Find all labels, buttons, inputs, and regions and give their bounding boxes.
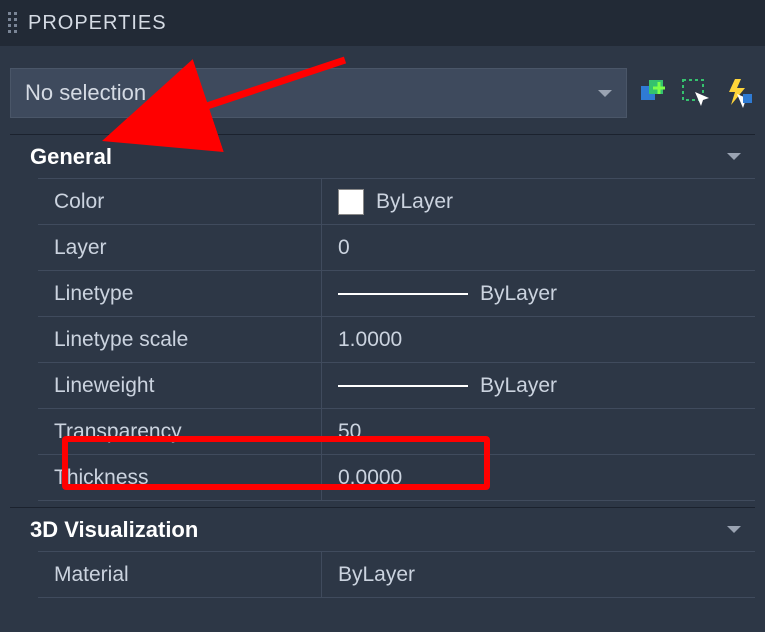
prop-row-color: Color ByLayer: [38, 179, 755, 225]
linetype-preview: [338, 293, 468, 295]
prop-value-text: 1.0000: [338, 328, 402, 352]
section-title: General: [30, 144, 112, 170]
prop-label: Thickness: [38, 455, 322, 500]
icon-strip: [637, 76, 755, 110]
lineweight-preview: [338, 385, 468, 387]
section-header-3d-visualization[interactable]: 3D Visualization: [10, 507, 755, 551]
prop-value-transparency[interactable]: 50: [322, 409, 755, 454]
prop-label: Layer: [38, 225, 322, 270]
prop-table-general: Color ByLayer Layer 0 Linetype ByLayer: [38, 178, 755, 501]
prop-value-linetype[interactable]: ByLayer: [322, 271, 755, 316]
prop-value-lineweight[interactable]: ByLayer: [322, 363, 755, 408]
prop-value-text: ByLayer: [480, 374, 557, 398]
grip-icon[interactable]: [8, 12, 18, 34]
prop-value-layer[interactable]: 0: [322, 225, 755, 270]
prop-value-text: 0.0000: [338, 466, 402, 490]
prop-label: Transparency: [38, 409, 322, 454]
panel-title: PROPERTIES: [28, 12, 167, 35]
section-header-general[interactable]: General: [10, 134, 755, 178]
color-swatch: [338, 189, 364, 215]
section-3d-visualization: 3D Visualization Material ByLayer: [10, 507, 755, 598]
prop-row-thickness: Thickness 0.0000: [38, 455, 755, 501]
prop-table-3d-visualization: Material ByLayer: [38, 551, 755, 598]
prop-value-color[interactable]: ByLayer: [322, 179, 755, 224]
lightning-icon[interactable]: [721, 76, 755, 110]
prop-value-linetypescale[interactable]: 1.0000: [322, 317, 755, 362]
prop-row-linetype: Linetype ByLayer: [38, 271, 755, 317]
chevron-down-icon: [598, 90, 612, 97]
section-title: 3D Visualization: [30, 517, 198, 543]
panel-titlebar: PROPERTIES: [0, 0, 765, 46]
quick-select-icon[interactable]: [637, 76, 671, 110]
selection-dropdown[interactable]: No selection: [10, 68, 627, 118]
prop-value-text: ByLayer: [376, 190, 453, 214]
section-general: General Color ByLayer Layer 0 Linetype: [10, 134, 755, 501]
prop-value-text: 0: [338, 236, 350, 260]
chevron-down-icon: [727, 153, 741, 160]
prop-row-material: Material ByLayer: [38, 552, 755, 598]
prop-value-text: 50: [338, 420, 361, 444]
prop-label: Color: [38, 179, 322, 224]
prop-value-text: ByLayer: [480, 282, 557, 306]
prop-value-text: ByLayer: [338, 563, 415, 587]
prop-label: Linetype scale: [38, 317, 322, 362]
prop-row-lineweight: Lineweight ByLayer: [38, 363, 755, 409]
prop-row-layer: Layer 0: [38, 225, 755, 271]
prop-value-material[interactable]: ByLayer: [322, 552, 755, 597]
selection-row: No selection: [0, 46, 765, 128]
prop-label: Material: [38, 552, 322, 597]
prop-label: Linetype: [38, 271, 322, 316]
properties-panel: PROPERTIES No selection: [0, 0, 765, 632]
prop-value-thickness[interactable]: 0.0000: [322, 455, 755, 500]
prop-label: Lineweight: [38, 363, 322, 408]
chevron-down-icon: [727, 526, 741, 533]
selection-value: No selection: [25, 80, 146, 106]
prop-row-linetypescale: Linetype scale 1.0000: [38, 317, 755, 363]
prop-row-transparency: Transparency 50: [38, 409, 755, 455]
picker-set-icon[interactable]: [679, 76, 713, 110]
